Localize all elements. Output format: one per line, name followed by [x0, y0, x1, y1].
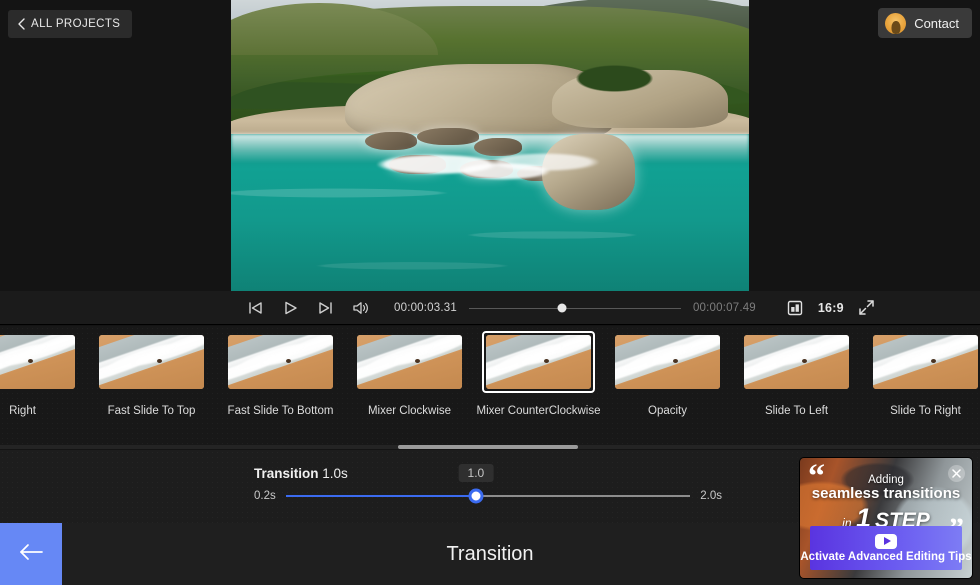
strip-scrollbar-thumb[interactable]: [398, 445, 578, 449]
ad-cta-button[interactable]: Activate Advanced Editing Tips: [800, 526, 972, 570]
playback-controls: [246, 298, 370, 317]
transition-label: Slide To Right: [890, 405, 961, 417]
transition-thumbnail: [95, 331, 208, 393]
transition-item[interactable]: Right: [0, 331, 87, 417]
video-preview[interactable]: [231, 0, 749, 291]
scrub-track: [468, 307, 681, 309]
transition-label: Right: [9, 405, 36, 417]
fullscreen-icon[interactable]: [857, 298, 876, 317]
ad-line-2: seamless transitions: [811, 485, 961, 502]
transition-label: Slide To Left: [764, 405, 829, 417]
transition-thumbnail: [740, 331, 853, 393]
chevron-left-icon: [17, 18, 25, 30]
aspect-ratio-label[interactable]: 16:9: [818, 301, 844, 315]
speaker-icon[interactable]: [351, 298, 370, 317]
transition-thumbnail: [482, 331, 595, 393]
contact-button[interactable]: Contact: [878, 8, 972, 38]
transition-item[interactable]: Mixer Clockwise: [345, 331, 474, 417]
slider-fill: [285, 495, 476, 497]
transition-thumbnail: [611, 331, 724, 393]
transition-item[interactable]: Fast Slide To Bottom: [216, 331, 345, 417]
transition-thumbnail: [353, 331, 466, 393]
transition-thumbnail: [869, 331, 980, 393]
duration-slider-row: 0.2s 1.0 2.0s: [254, 464, 722, 505]
contact-label: Contact: [914, 15, 959, 31]
transition-label: Fast Slide To Top: [107, 405, 196, 417]
slider-min-label: 0.2s: [254, 490, 276, 502]
play-icon[interactable]: [281, 298, 300, 317]
user-avatar-icon: [885, 12, 907, 34]
slider-handle[interactable]: [468, 488, 484, 504]
ad-cta-label: Activate Advanced Editing Tips: [800, 550, 972, 563]
current-time: 00:00:03.31: [394, 301, 457, 314]
video-preview-area: ALL PROJECTS Contact: [0, 0, 980, 291]
transition-label: Mixer CounterClockwise: [476, 405, 601, 417]
transition-item[interactable]: Opacity: [603, 331, 732, 417]
youtube-play-icon: [875, 533, 897, 549]
parameter-name: Transition: [254, 466, 319, 481]
slider-tooltip: 1.0: [458, 464, 494, 482]
transition-label: Opacity: [648, 405, 687, 417]
transitions-list: Right Fast Slide To Top Fast Slide To Bott…: [0, 331, 980, 417]
skip-next-icon[interactable]: [316, 298, 335, 317]
crop-icon[interactable]: [786, 298, 805, 317]
scrub-handle[interactable]: [557, 303, 567, 312]
video-editor-window: ALL PROJECTS Contact 00:00:03.31 00:00:0…: [0, 0, 980, 585]
transition-thumbnail: [0, 331, 79, 393]
preview-green-patch: [572, 64, 656, 94]
parameter-title: Transition 1.0s: [254, 466, 348, 481]
ad-banner[interactable]: “ ” Adding seamless transitions in 1 STE…: [800, 458, 972, 578]
transition-label: Mixer Clockwise: [367, 405, 452, 417]
transition-item[interactable]: Slide To Right: [861, 331, 980, 417]
transition-label: Fast Slide To Bottom: [227, 405, 334, 417]
arrow-left-icon: [18, 542, 44, 567]
skip-previous-icon[interactable]: [246, 298, 265, 317]
preview-water-ripples: [231, 151, 749, 291]
all-projects-label: ALL PROJECTS: [31, 18, 121, 30]
transition-thumbnail: [224, 331, 337, 393]
parameter-value: 1.0s: [322, 466, 348, 481]
transitions-strip[interactable]: Right Fast Slide To Top Fast Slide To Bott…: [0, 326, 980, 446]
player-right-controls: 16:9: [786, 298, 876, 317]
transition-item[interactable]: Slide To Left: [732, 331, 861, 417]
transition-item[interactable]: Fast Slide To Top: [87, 331, 216, 417]
back-button[interactable]: [0, 523, 62, 585]
total-time: 00:00:07.49: [692, 301, 756, 314]
transition-item[interactable]: Mixer CounterClockwise: [474, 331, 603, 417]
player-control-bar: 00:00:03.31 00:00:07.49 16:9: [0, 291, 980, 325]
scrub-bar[interactable]: [468, 301, 681, 315]
slider-max-label: 2.0s: [700, 490, 722, 502]
all-projects-button[interactable]: ALL PROJECTS: [8, 10, 133, 38]
duration-slider[interactable]: 1.0: [285, 464, 691, 504]
